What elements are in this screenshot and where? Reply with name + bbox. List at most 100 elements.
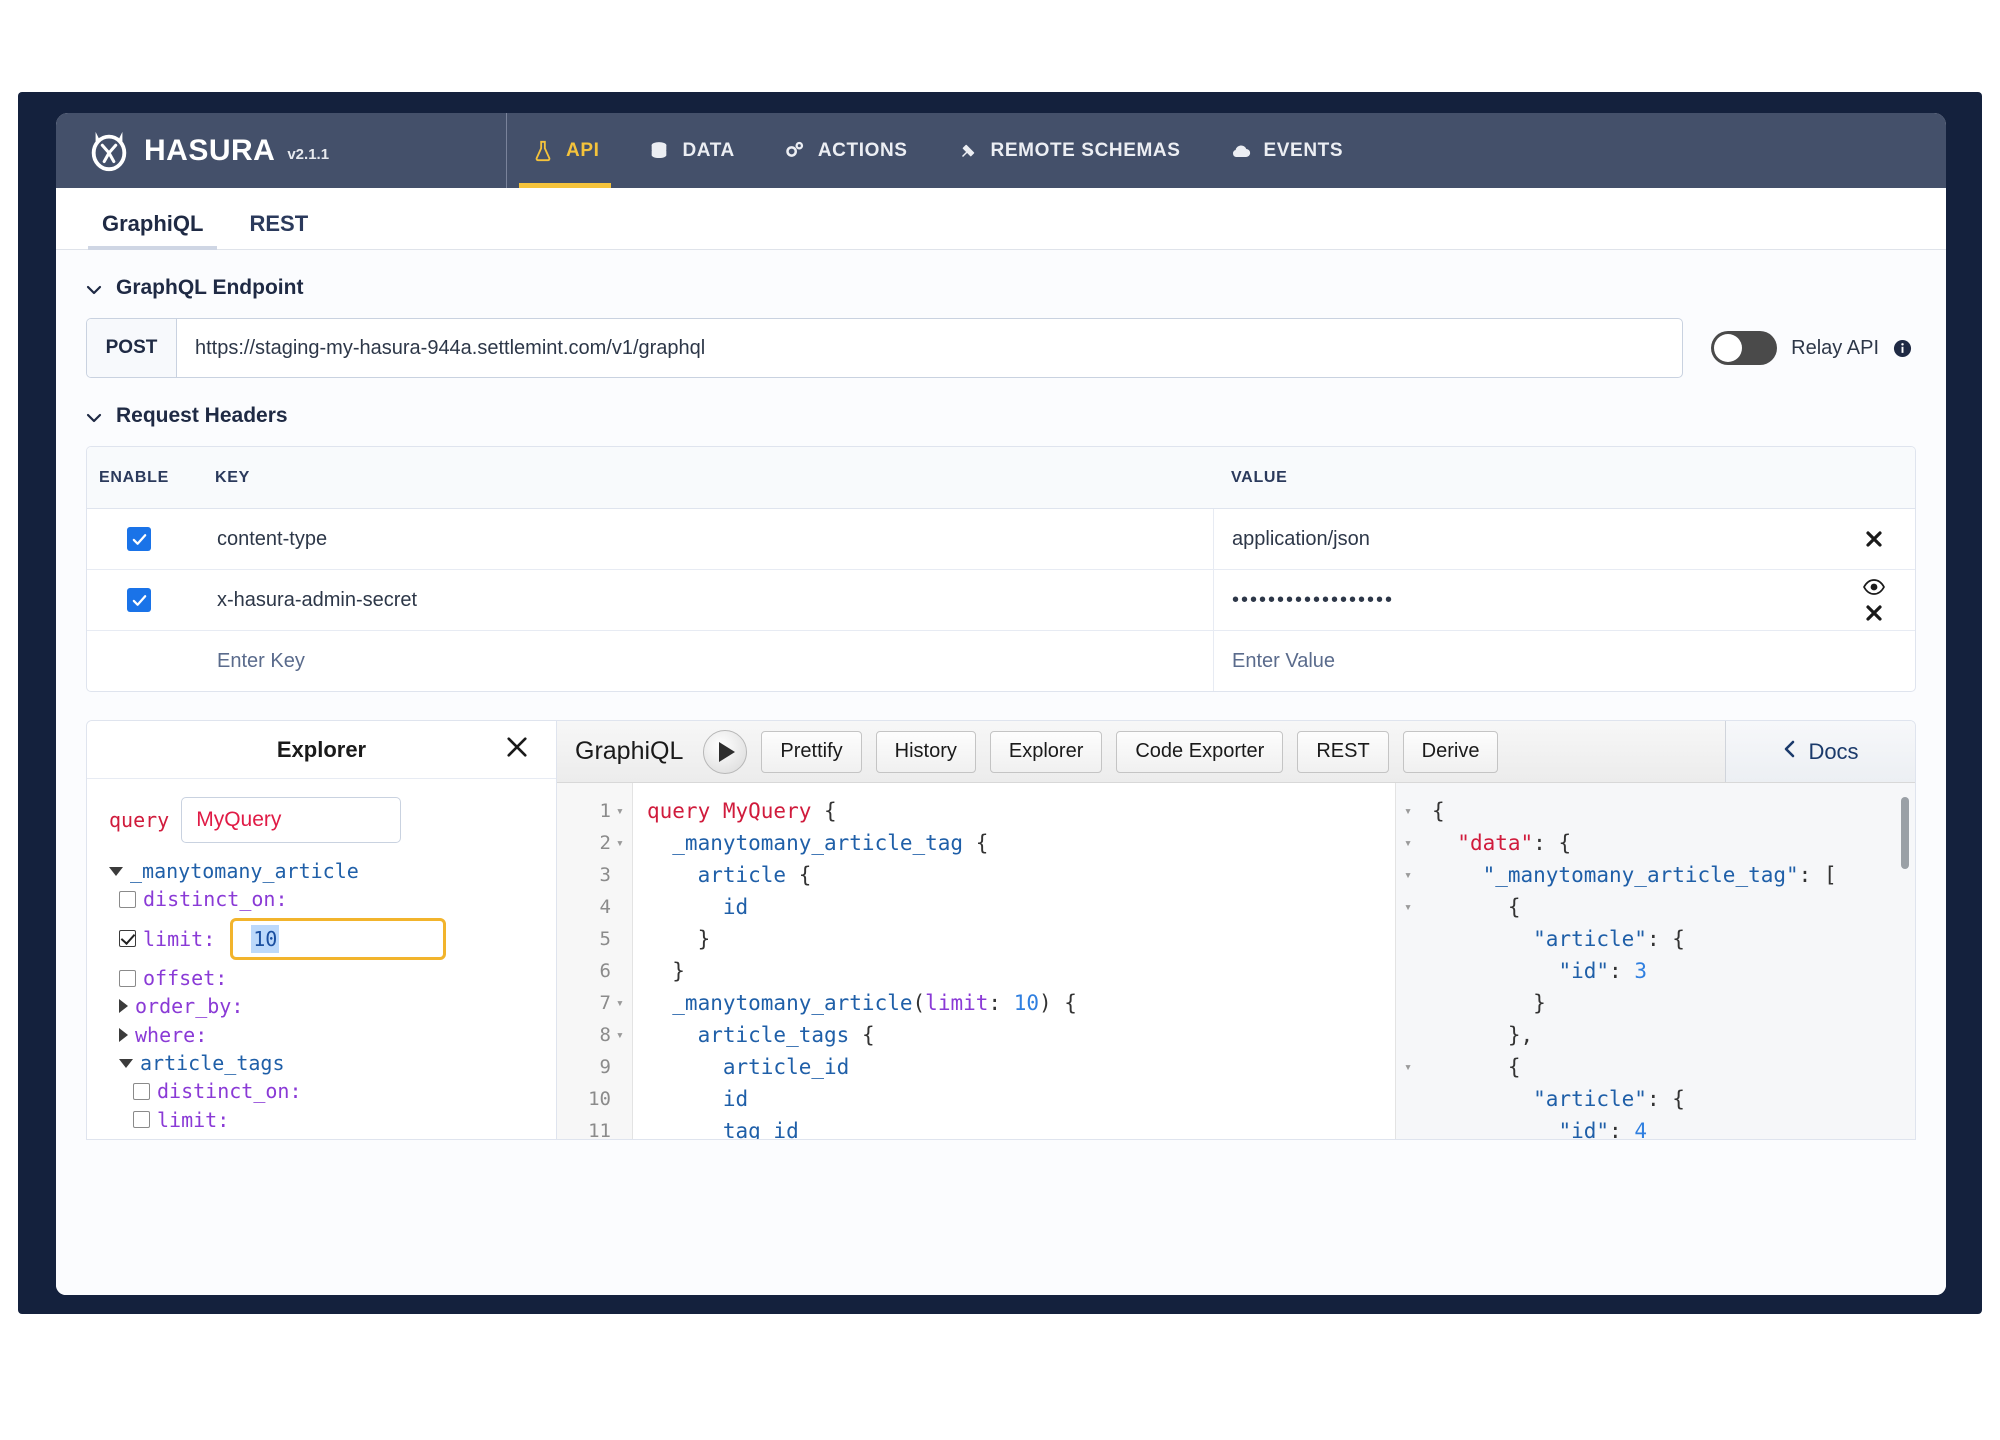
code-line: id — [647, 891, 1395, 923]
http-method-label: POST — [87, 319, 177, 377]
caret-right-icon — [119, 1028, 128, 1042]
cloud-icon — [1229, 139, 1253, 163]
header-key-input[interactable]: content-type — [203, 528, 1213, 551]
response-line: "id": 4 — [1432, 1115, 1915, 1139]
prettify-button[interactable]: Prettify — [761, 731, 861, 773]
query-editor[interactable]: 1▾2▾34567▾8▾9101112 query MyQuery { _man… — [557, 783, 1395, 1139]
limit-value: 10 — [251, 925, 279, 953]
row-enable-cell — [87, 588, 203, 612]
nav-item-actions[interactable]: ACTIONS — [759, 113, 932, 188]
arg-checkbox[interactable] — [119, 891, 136, 908]
nav-item-data[interactable]: DATA — [623, 113, 758, 188]
arg-checkbox[interactable] — [133, 1083, 150, 1100]
response-fold-marker — [1396, 1083, 1420, 1115]
arg-checkbox-limit[interactable] — [119, 930, 136, 947]
top-navigation-bar: HASURA v2.1.1 API DATA — [56, 113, 1946, 188]
arg-checkbox[interactable] — [119, 970, 136, 987]
screenshot-root: HASURA v2.1.1 API DATA — [0, 0, 2000, 1440]
query-keyword-label: query — [109, 808, 169, 832]
explorer-tree: _manytomany_article distinct_on: limit: — [109, 857, 556, 1139]
editor-pane: GraphiQL Prettify History Explorer Code … — [557, 721, 1915, 1139]
tree-arg-limit[interactable]: limit: 10 — [109, 918, 556, 960]
tree-node-manytomany-article[interactable]: _manytomany_article — [109, 857, 556, 885]
tree-arg-distinct-on-nested[interactable]: distinct_on: — [109, 1077, 556, 1105]
table-row: content-type application/json — [87, 509, 1915, 569]
rest-button[interactable]: REST — [1297, 731, 1388, 773]
query-name-input[interactable]: MyQuery — [181, 797, 401, 843]
arg-checkbox[interactable] — [133, 1111, 150, 1128]
tree-node-label: article_tags — [140, 1049, 285, 1077]
nav-label-api: API — [566, 140, 599, 162]
relay-api-control: Relay API — [1683, 331, 1916, 365]
response-line: "article": { — [1432, 1083, 1915, 1115]
code-line: _manytomany_article_tag { — [647, 827, 1395, 859]
nav-item-remote-schemas[interactable]: REMOTE SCHEMAS — [932, 113, 1205, 188]
tree-arg-limit-nested[interactable]: limit: — [109, 1106, 556, 1134]
code-line: } — [647, 923, 1395, 955]
query-name-row: query MyQuery — [109, 797, 556, 843]
info-icon[interactable] — [1893, 339, 1912, 358]
nav-label-actions: ACTIONS — [818, 140, 908, 162]
code-exporter-button[interactable]: Code Exporter — [1116, 731, 1283, 773]
tree-node-article-tags[interactable]: article_tags — [109, 1049, 556, 1077]
gutter-line: 7▾ — [557, 987, 632, 1019]
tree-arg-label: limit: — [157, 1106, 229, 1134]
toggle-knob — [1714, 334, 1742, 362]
graphql-endpoint-section-header[interactable]: GraphQL Endpoint — [86, 276, 1916, 300]
table-row: x-hasura-admin-secret •••••••••••••••••• — [87, 570, 1915, 630]
docs-toggle[interactable]: Docs — [1725, 721, 1915, 782]
header-enable-checkbox[interactable] — [127, 527, 151, 551]
response-line: }, — [1432, 1019, 1915, 1051]
relay-api-toggle[interactable] — [1711, 331, 1777, 365]
table-header-row: ENABLE KEY VALUE — [87, 447, 1915, 509]
query-editor-lines[interactable]: query MyQuery { _manytomany_article_tag … — [633, 783, 1395, 1139]
code-line: query MyQuery { — [647, 795, 1395, 827]
tree-arg-label: where: — [135, 1021, 207, 1049]
close-icon[interactable] — [504, 734, 530, 766]
new-header-key-input[interactable]: Enter Key — [203, 650, 1213, 673]
header-value-input[interactable]: application/json — [1213, 509, 1915, 569]
gutter-line: 11 — [557, 1115, 632, 1139]
tree-arg-where[interactable]: where: — [109, 1021, 556, 1049]
limit-value-input[interactable]: 10 — [230, 918, 446, 960]
brand-name: HASURA — [144, 134, 275, 168]
new-header-value-input[interactable]: Enter Value — [1213, 631, 1915, 691]
endpoint-url-input[interactable]: https://staging-my-hasura-944a.settlemin… — [177, 319, 1682, 377]
caret-down-icon — [109, 867, 123, 876]
header-enable-checkbox[interactable] — [127, 588, 151, 612]
hasura-console-window: HASURA v2.1.1 API DATA — [56, 113, 1946, 1295]
reveal-secret-eye-icon[interactable] — [1861, 575, 1887, 599]
history-button[interactable]: History — [876, 731, 976, 773]
request-headers-title: Request Headers — [116, 404, 288, 428]
tree-arg-offset-nested[interactable]: offset: — [109, 1134, 556, 1139]
row-actions — [1861, 575, 1887, 625]
gutter-line: 10 — [557, 1083, 632, 1115]
response-line: "article": { — [1432, 923, 1915, 955]
derive-button[interactable]: Derive — [1403, 731, 1499, 773]
chevron-left-icon — [1782, 739, 1798, 764]
request-headers-section-header[interactable]: Request Headers — [86, 404, 1916, 428]
response-line: "id": 3 — [1432, 955, 1915, 987]
gutter-line: 6 — [557, 955, 632, 987]
tree-arg-label: offset: — [143, 964, 227, 992]
code-line: id — [647, 1083, 1395, 1115]
nav-item-events[interactable]: EVENTS — [1205, 113, 1368, 188]
brand-area[interactable]: HASURA v2.1.1 — [56, 113, 506, 188]
endpoint-input-group: POST https://staging-my-hasura-944a.sett… — [86, 318, 1683, 378]
remove-header-icon[interactable] — [1861, 601, 1887, 625]
remove-header-icon[interactable] — [1861, 527, 1887, 551]
response-scrollbar[interactable] — [1901, 797, 1909, 869]
tree-arg-order-by[interactable]: order_by: — [109, 992, 556, 1020]
tree-arg-offset[interactable]: offset: — [109, 964, 556, 992]
response-line: { — [1432, 891, 1915, 923]
header-key-input[interactable]: x-hasura-admin-secret — [203, 589, 1213, 612]
tab-graphiql[interactable]: GraphiQL — [88, 211, 217, 249]
tree-arg-distinct-on[interactable]: distinct_on: — [109, 885, 556, 913]
response-fold-marker — [1396, 1115, 1420, 1139]
tab-rest[interactable]: REST — [235, 211, 322, 249]
nav-item-api[interactable]: API — [507, 113, 623, 188]
execute-query-button[interactable] — [703, 730, 747, 774]
explorer-button[interactable]: Explorer — [990, 731, 1102, 773]
main-nav: API DATA ACTIONS — [506, 113, 1367, 188]
header-value-input[interactable]: •••••••••••••••••• — [1213, 570, 1915, 630]
